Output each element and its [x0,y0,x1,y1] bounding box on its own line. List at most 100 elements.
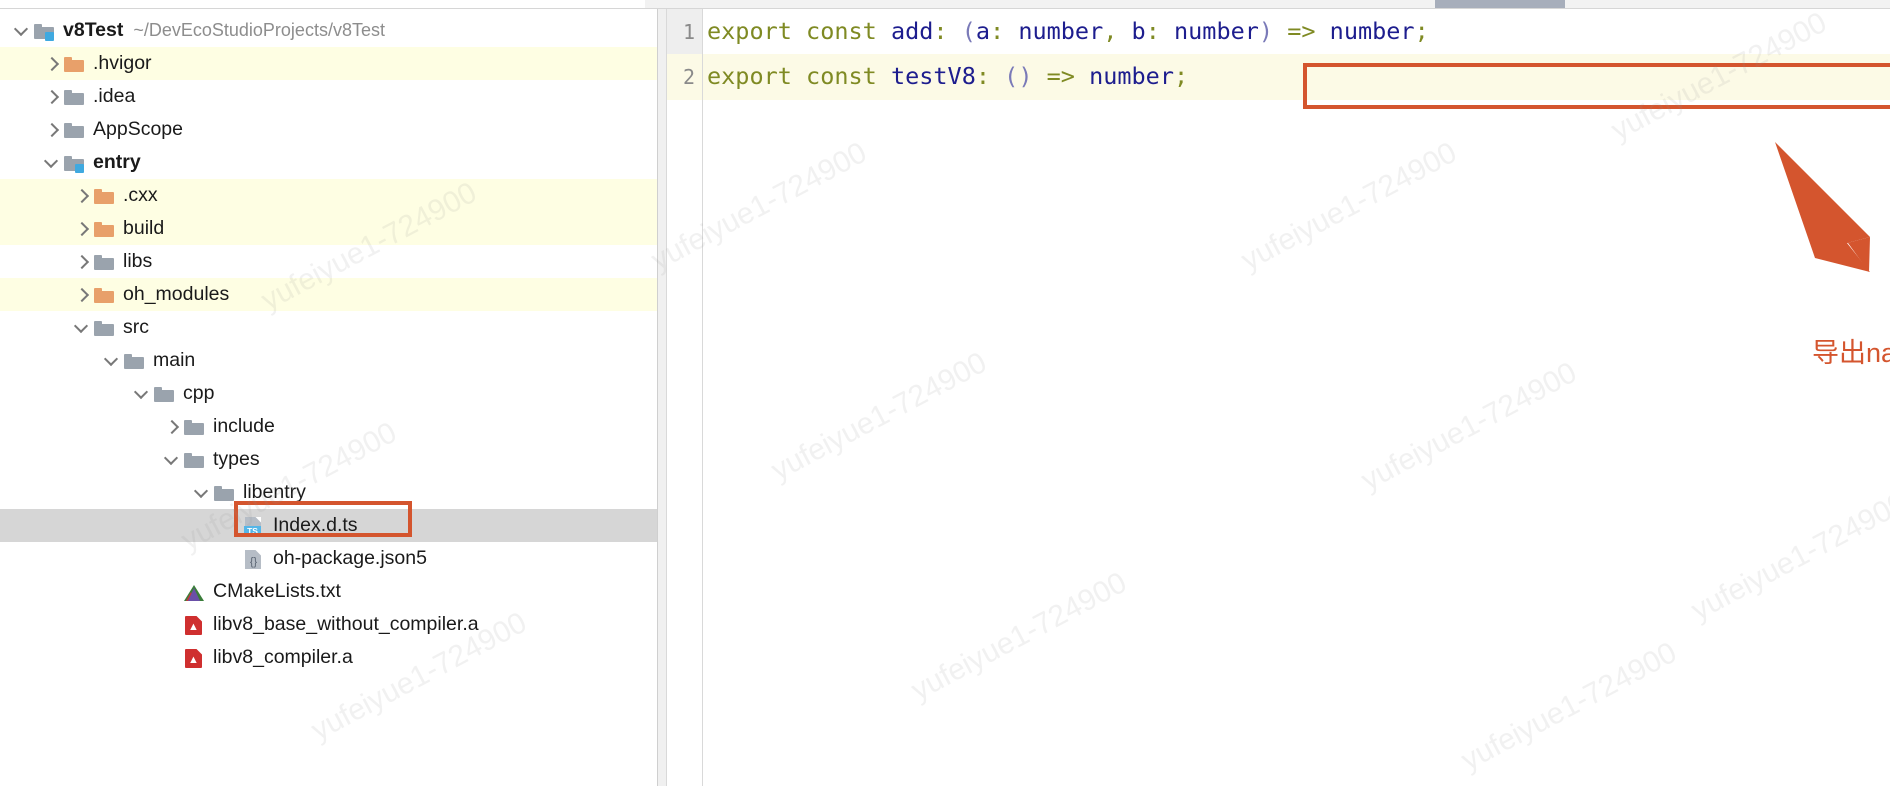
json5-file-icon: {} [242,548,266,570]
chevron-down-icon[interactable] [102,351,122,371]
top-strip [0,0,1890,9]
tree-row[interactable]: .cxx [0,179,658,212]
horizontal-scrollbar-thumb[interactable] [1435,0,1565,8]
typescript-file-icon: TS [242,515,266,537]
horizontal-scrollbar-track[interactable] [645,0,1890,8]
tree-row[interactable]: libs [0,245,658,278]
code-token: , [1103,17,1118,45]
folder-orange-icon [92,218,116,240]
tree-row[interactable]: ▲ libv8_base_without_compiler.a [0,608,658,641]
tree-row-label: v8Test [63,19,124,41]
tree-row[interactable]: entry [0,146,658,179]
code-token: number [1329,17,1415,45]
chevron-right-icon[interactable] [72,285,92,305]
tree-row[interactable]: include [0,410,658,443]
gutter-divider [702,9,703,786]
tree-row-label: libv8_compiler.a [213,646,353,668]
tree-row[interactable]: ▲ libv8_compiler.a [0,641,658,674]
tree-row[interactable]: .hvigor [0,47,658,80]
chevron-down-icon[interactable] [192,483,212,503]
tree-row-label: entry [93,151,141,173]
tree-row-label: include [213,415,275,437]
chevron-down-icon[interactable] [162,450,182,470]
code-token: ; [1173,62,1189,90]
tree-row-label: oh-package.json5 [273,547,427,569]
tree-row-label: main [153,349,196,371]
tree-scroll-gutter [658,9,666,786]
chevron-right-icon[interactable] [162,417,182,437]
code-token: ( [1004,62,1019,90]
folder-gray-icon [92,317,116,339]
tree-row[interactable]: types [0,443,658,476]
code-line-2[interactable]: export const testV8: () => number; [707,54,1188,99]
code-token: => [1287,17,1316,45]
code-token: number [1089,62,1174,90]
chevron-down-icon[interactable] [72,318,92,338]
folder-orange-icon [92,185,116,207]
project-root-path: ~/DevEcoStudioProjects/v8Test [133,20,385,40]
code-token: const [806,62,877,90]
chevron-right-icon[interactable] [72,219,92,239]
chevron-down-icon[interactable] [12,21,32,41]
tree-row[interactable]: .idea [0,80,658,113]
tree-row[interactable]: AppScope [0,113,658,146]
tree-row[interactable]: cpp [0,377,658,410]
tree-row[interactable]: CMakeLists.txt [0,575,658,608]
cmake-file-icon [182,581,206,603]
annotation-note-text: 导出napi给artTs用 [1812,338,1890,368]
chevron-right-icon[interactable] [42,87,62,107]
chevron-right-icon[interactable] [42,120,62,140]
code-token: ; [1414,17,1429,45]
archive-file-icon: ▲ [182,614,206,636]
code-token: testV8 [890,62,976,90]
code-line-1[interactable]: export const add: (a: number, b: number)… [707,9,1429,54]
code-token: export [707,17,792,45]
folder-gray-icon [62,86,86,108]
tree-row[interactable]: TS Index.d.ts [0,509,658,542]
tree-row[interactable]: libentry [0,476,658,509]
tree-row[interactable]: main [0,344,658,377]
project-tree-panel[interactable]: v8Test ~/DevEcoStudioProjects/v8Test .hvig… [0,9,658,786]
tree-row-label: cpp [183,382,215,404]
chevron-right-icon[interactable] [42,54,62,74]
tree-row-label: libs [123,250,153,272]
chevron-down-icon[interactable] [42,153,62,173]
code-token: ( [961,17,976,45]
editor-gutter[interactable]: 1 2 [667,9,702,786]
code-token: : [975,62,990,90]
code-token: add [890,17,934,45]
module-folder-icon [62,152,86,174]
chevron-right-icon[interactable] [72,252,92,272]
tree-row[interactable]: oh_modules [0,278,658,311]
folder-gray-icon [122,350,146,372]
folder-gray-icon [152,383,176,405]
folder-orange-icon [92,284,116,306]
code-token: number [1174,17,1259,45]
code-token: a [975,17,991,45]
tree-row[interactable]: {} oh-package.json5 [0,542,658,575]
module-folder-icon [32,20,56,42]
code-token: : [1145,17,1160,45]
code-editor[interactable]: 1 2 export const add: (a: number, b: num… [667,9,1890,786]
no-chevron [222,516,242,536]
no-chevron [222,549,242,569]
tree-row-label: .cxx [123,184,158,206]
no-chevron [162,615,182,635]
code-token: ) [1018,62,1033,90]
no-chevron [162,582,182,602]
tree-row-label: build [123,217,165,239]
tree-row[interactable]: build [0,212,658,245]
tree-row[interactable]: src [0,311,658,344]
chevron-right-icon[interactable] [72,186,92,206]
folder-gray-icon [182,416,206,438]
chevron-down-icon[interactable] [132,384,152,404]
ide-window: v8Test ~/DevEcoStudioProjects/v8Test .hvig… [0,0,1890,786]
tree-row-label: oh_modules [123,283,230,305]
tree-row-label: src [123,316,149,338]
tree-row-label: types [213,448,260,470]
tree-row[interactable]: v8Test ~/DevEcoStudioProjects/v8Test [0,14,658,47]
code-token: export [707,62,792,90]
